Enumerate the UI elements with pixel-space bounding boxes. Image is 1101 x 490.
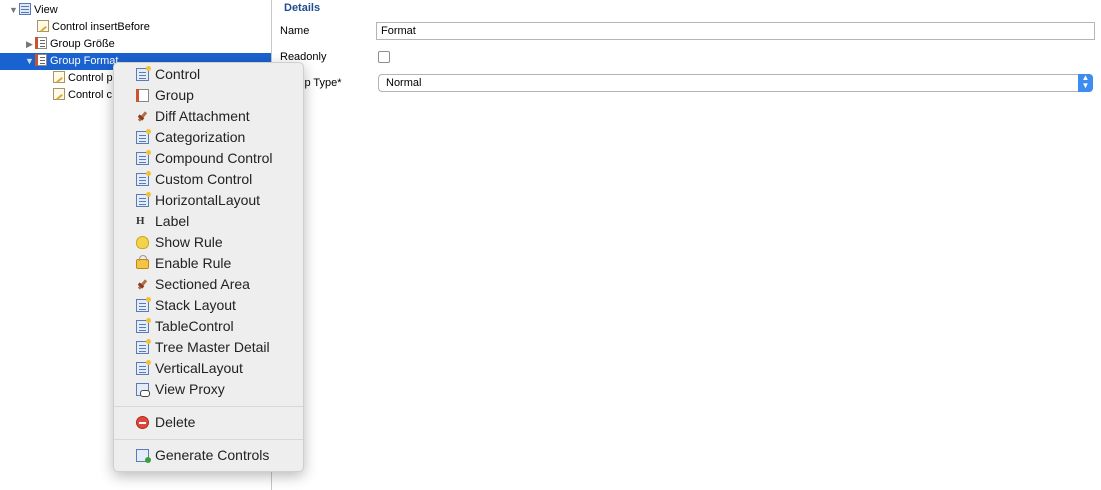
delete-icon: [136, 416, 149, 429]
menu-item-control[interactable]: Control: [114, 64, 303, 85]
menu-item-categorization[interactable]: Categorization: [114, 127, 303, 148]
tree-item-view[interactable]: ▼ View: [8, 2, 58, 19]
menu-item-delete[interactable]: Delete: [114, 412, 303, 433]
pin-icon: [136, 278, 149, 291]
view-icon: [19, 3, 31, 15]
vertical-layout-icon: [136, 360, 151, 375]
group-icon: [35, 37, 47, 49]
menu-separator: [114, 406, 303, 407]
bulb-icon: [136, 236, 149, 249]
tree-item-label: Group Größe: [50, 38, 115, 50]
name-label: Name: [280, 25, 310, 37]
menu-item-stack-layout[interactable]: Stack Layout: [114, 295, 303, 316]
pin-icon: [136, 110, 149, 123]
menu-item-compound-control[interactable]: Compound Control: [114, 148, 303, 169]
context-menu: Control Group Diff Attachment Categoriza…: [113, 62, 304, 472]
details-title: Details: [284, 2, 321, 14]
menu-item-label[interactable]: H Label: [114, 211, 303, 232]
horizontal-layout-icon: [136, 192, 151, 207]
tree-master-detail-icon: [136, 339, 151, 354]
menu-item-table-control[interactable]: TableControl: [114, 316, 303, 337]
group-type-select[interactable]: Normal ▲ ▼: [378, 74, 1093, 92]
stack-layout-icon: [136, 297, 151, 312]
tree-item-label: Group Format: [50, 55, 119, 67]
tree-item-label: Control insertBefore: [52, 21, 150, 33]
group-type-value: Normal: [386, 77, 422, 89]
control-icon: [136, 66, 151, 81]
menu-item-sectioned-area[interactable]: Sectioned Area: [114, 274, 303, 295]
tree-item-label: View: [34, 4, 58, 16]
tree-item-group-groesse[interactable]: ▶ Group Größe: [24, 36, 115, 53]
tree-item-label: Control c: [68, 89, 113, 101]
menu-item-enable-rule[interactable]: Enable Rule: [114, 253, 303, 274]
menu-item-group[interactable]: Group: [114, 85, 303, 106]
categorization-icon: [136, 129, 151, 144]
menu-item-diff-attachment[interactable]: Diff Attachment: [114, 106, 303, 127]
table-control-icon: [136, 318, 151, 333]
name-input[interactable]: Format: [376, 22, 1095, 40]
group-icon: [35, 54, 47, 66]
menu-item-tree-master-detail[interactable]: Tree Master Detail: [114, 337, 303, 358]
updown-icon: ▲ ▼: [1078, 74, 1093, 92]
tree-item-label: Control p: [68, 72, 113, 84]
expand-icon[interactable]: ▼: [8, 2, 19, 19]
control-icon: [37, 20, 49, 32]
menu-item-horizontal-layout[interactable]: HorizontalLayout: [114, 190, 303, 211]
generate-controls-icon: [136, 449, 151, 463]
compound-control-icon: [136, 150, 151, 165]
control-icon: [53, 71, 65, 83]
menu-separator: [114, 439, 303, 440]
control-icon: [53, 88, 65, 100]
tree-item-control-insertbefore[interactable]: Control insertBefore: [26, 19, 150, 36]
tree-item-control-c[interactable]: Control c: [42, 87, 112, 104]
label-icon: H: [136, 215, 145, 227]
menu-item-generate-controls[interactable]: Generate Controls: [114, 445, 303, 466]
tree-item-control-p[interactable]: Control p: [42, 70, 113, 87]
custom-control-icon: [136, 171, 151, 186]
collapse-icon[interactable]: ▼: [24, 53, 35, 70]
menu-item-custom-control[interactable]: Custom Control: [114, 169, 303, 190]
readonly-checkbox[interactable]: [378, 51, 390, 63]
menu-item-view-proxy[interactable]: View Proxy: [114, 379, 303, 400]
group-icon: [136, 89, 149, 102]
menu-item-show-rule[interactable]: Show Rule: [114, 232, 303, 253]
menu-item-vertical-layout[interactable]: VerticalLayout: [114, 358, 303, 379]
expand-icon[interactable]: ▶: [24, 36, 35, 53]
view-proxy-icon: [136, 383, 150, 397]
lock-icon: [136, 255, 149, 269]
